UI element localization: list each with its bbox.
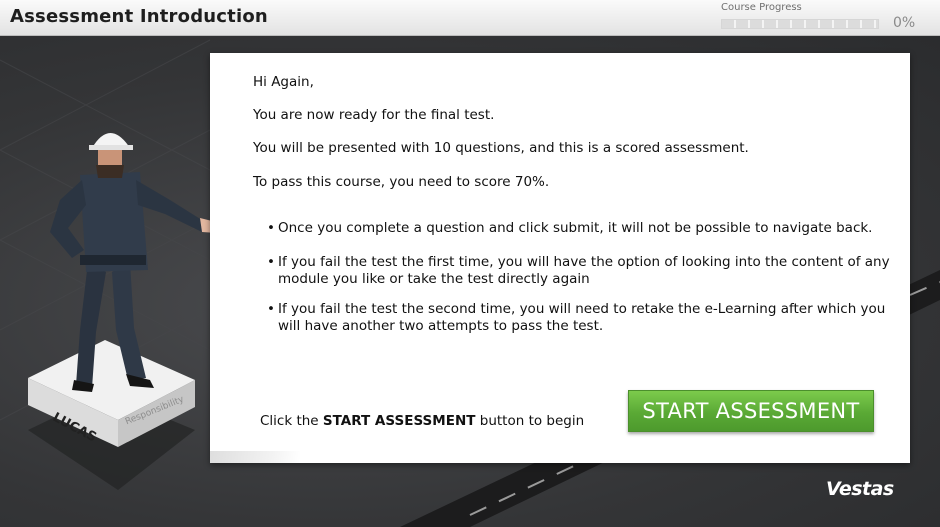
page-fold	[210, 451, 300, 463]
questions-text: You will be presented with 10 questions,…	[253, 140, 749, 156]
progress-percent: 0%	[893, 15, 916, 31]
bullet-icon: •	[267, 254, 275, 270]
rule-item: • If you fail the test the first time, y…	[267, 254, 906, 288]
bullet-icon: •	[267, 220, 275, 236]
rule-text: Once you complete a question and click s…	[278, 220, 873, 236]
rule-item: • If you fail the test the second time, …	[267, 301, 906, 335]
rule-text: If you fail the test the second time, yo…	[278, 301, 886, 334]
instruction-emphasis: START ASSESSMENT	[322, 413, 476, 429]
course-progress-bar	[721, 19, 879, 29]
assessment-intro-card: Hi Again, You are now ready for the fina…	[210, 53, 910, 463]
header-bar: Assessment Introduction Course Progress …	[0, 0, 940, 36]
ready-text: You are now ready for the final test.	[253, 107, 495, 123]
instruction-suffix: button to begin	[475, 413, 585, 429]
instruction-prefix: Click the	[260, 413, 323, 429]
start-instruction: Click the START ASSESSMENT button to beg…	[260, 413, 584, 429]
rule-item: • Once you complete a question and click…	[267, 220, 906, 237]
vestas-logo: Vestas	[826, 478, 894, 500]
rule-text: If you fail the test the first time, you…	[278, 254, 890, 287]
bullet-icon: •	[267, 301, 275, 317]
start-assessment-button[interactable]: START ASSESSMENT	[628, 390, 874, 432]
greeting-text: Hi Again,	[253, 74, 314, 90]
page-title: Assessment Introduction	[10, 6, 268, 27]
progress-label: Course Progress	[721, 2, 802, 13]
pass-score-text: To pass this course, you need to score 7…	[253, 174, 550, 190]
